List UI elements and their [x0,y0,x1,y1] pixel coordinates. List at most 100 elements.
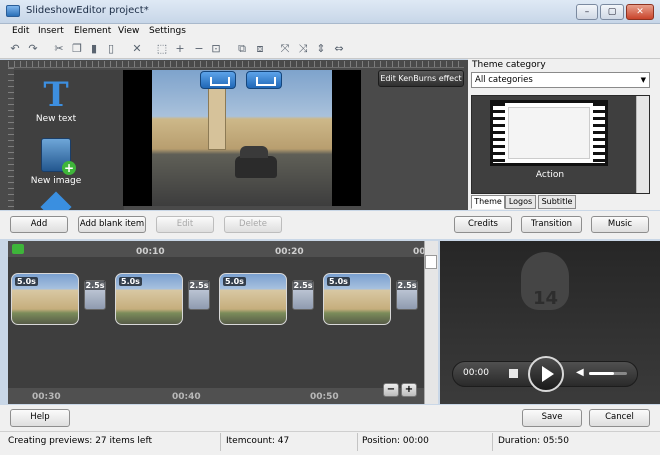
logo-number: 14 [533,288,559,309]
paste-icon[interactable]: ▮ [87,42,101,55]
timeline-scroll-thumb[interactable] [425,255,437,269]
cancel-button[interactable]: Cancel [589,409,650,427]
cut-icon[interactable]: ✂ [52,42,66,55]
zoom-in-button[interactable]: + [401,383,417,397]
plus-icon: + [62,161,76,175]
new-text-tool[interactable]: T New text [14,76,98,124]
transition-duration: 2.5s [189,281,209,290]
zoom-in-icon[interactable]: + [173,42,187,55]
transition-duration: 2.5s [85,281,105,290]
film-strip-right [593,103,605,163]
timeline-tick: 00:20 [275,247,304,257]
save-button[interactable]: Save [522,409,582,427]
music-button[interactable]: Music [591,216,649,233]
align-h-icon[interactable]: ⇔ [332,42,346,55]
new-text-label: New text [35,114,77,124]
timeline-clip[interactable]: 5.0s [11,273,79,325]
timeline-clip[interactable]: 5.0s [115,273,183,325]
kenburns-start-handle[interactable] [200,71,236,89]
tab-theme[interactable]: Theme [471,195,505,209]
toolbar: ↶ ↷ ✂ ❐ ▮ ▯ ✕ ⬚ + − ⊡ ⧉ ⧈ ⤧ ⤨ ⇕ ⇔ [0,39,660,59]
group-icon[interactable]: ⧉ [235,42,249,55]
timeline-transition[interactable]: 2.5s [84,280,106,310]
maximize-button[interactable]: ▢ [600,4,624,20]
close-button[interactable]: ✕ [626,4,654,20]
status-duration: Duration: 05:50 [498,436,569,446]
new-image-tool[interactable]: + New image [14,138,98,186]
help-button[interactable]: Help [10,409,70,427]
add-button[interactable]: Add [10,216,68,233]
status-separator [220,433,221,451]
clip-duration: 5.0s [119,277,142,286]
status-separator [492,433,493,451]
status-previews: Creating previews: 27 items left [8,436,152,446]
menu-edit[interactable]: Edit [12,26,29,36]
theme-scrollbar[interactable] [636,96,649,193]
menu-settings[interactable]: Settings [149,26,186,36]
timeline-transition[interactable]: 2.5s [292,280,314,310]
minimize-button[interactable]: – [576,4,598,20]
window-title: SlideshowEditor project* [26,5,149,16]
horizontal-ruler [8,61,464,68]
rotate-icon[interactable]: ⤨ [296,42,310,55]
select-icon[interactable]: ⬚ [155,42,169,55]
timeline-tick: 00:40 [172,392,201,402]
chevron-down-icon: ▼ [640,76,646,84]
transition-button[interactable]: Transition [521,216,582,233]
timeline-ruler-top [8,241,426,257]
delete-icon[interactable]: ✕ [130,42,144,55]
page-icon[interactable]: ▯ [104,42,118,55]
edit-kenburns-button[interactable]: Edit KenBurns effect [378,70,464,87]
zoom-out-button[interactable]: − [383,383,399,397]
play-button[interactable] [528,356,564,392]
undo-icon[interactable]: ↶ [8,42,22,55]
preview-photo[interactable] [152,70,332,206]
transition-duration: 2.5s [397,281,417,290]
flip-icon[interactable]: ⤧ [278,42,292,55]
timeline-ruler-bottom [8,388,426,404]
film-strip-left [493,103,505,163]
delete-button[interactable]: Delete [224,216,282,233]
add-blank-item-button[interactable]: Add blank item [78,216,146,233]
tab-logos[interactable]: Logos [505,195,536,209]
status-separator [357,433,358,451]
stop-button[interactable] [509,369,518,378]
volume-level [589,372,614,375]
new-image-label: New image [30,176,82,186]
status-itemcount: Itemcount: 47 [226,436,290,446]
clip-duration: 5.0s [327,277,350,286]
film-frame [508,107,590,159]
credits-button[interactable]: Credits [454,216,512,233]
menu-view[interactable]: View [118,26,139,36]
theme-item-label: Action [535,170,565,180]
title-bar: SlideshowEditor project* – ▢ ✕ [0,0,660,24]
timeline-clip[interactable]: 5.0s [323,273,391,325]
copy-icon[interactable]: ❐ [70,42,84,55]
timeline-transition[interactable]: 2.5s [188,280,210,310]
kenburns-end-handle[interactable] [246,71,282,89]
align-v-icon[interactable]: ⇕ [314,42,328,55]
edit-button[interactable]: Edit [156,216,214,233]
ungroup-icon[interactable]: ⧈ [253,42,267,55]
timeline-tick: 00:30 [32,392,61,402]
transition-duration: 2.5s [293,281,313,290]
theme-category-label: Theme category [472,60,546,70]
theme-category-value: All categories [475,75,533,85]
element-library: T New text + New image [14,70,124,210]
redo-icon[interactable]: ↷ [26,42,40,55]
timeline-transition[interactable]: 2.5s [396,280,418,310]
menu-element[interactable]: Element [74,26,111,36]
zoom-out-icon[interactable]: − [192,42,206,55]
fit-icon[interactable]: ⊡ [209,42,223,55]
text-t-icon: T [43,75,69,115]
timeline-clip[interactable]: 5.0s [219,273,287,325]
theme-thumbnail[interactable] [490,100,608,166]
app-icon [6,5,20,17]
volume-icon[interactable]: ◀ [576,367,584,378]
menu-bar: Edit Insert Element View Settings [0,24,660,39]
menu-insert[interactable]: Insert [38,26,64,36]
tab-subtitle[interactable]: Subtitle [538,195,576,209]
shape-tool[interactable] [14,191,98,210]
playhead-marker[interactable] [12,244,24,254]
theme-category-select[interactable]: All categories ▼ [471,72,650,88]
